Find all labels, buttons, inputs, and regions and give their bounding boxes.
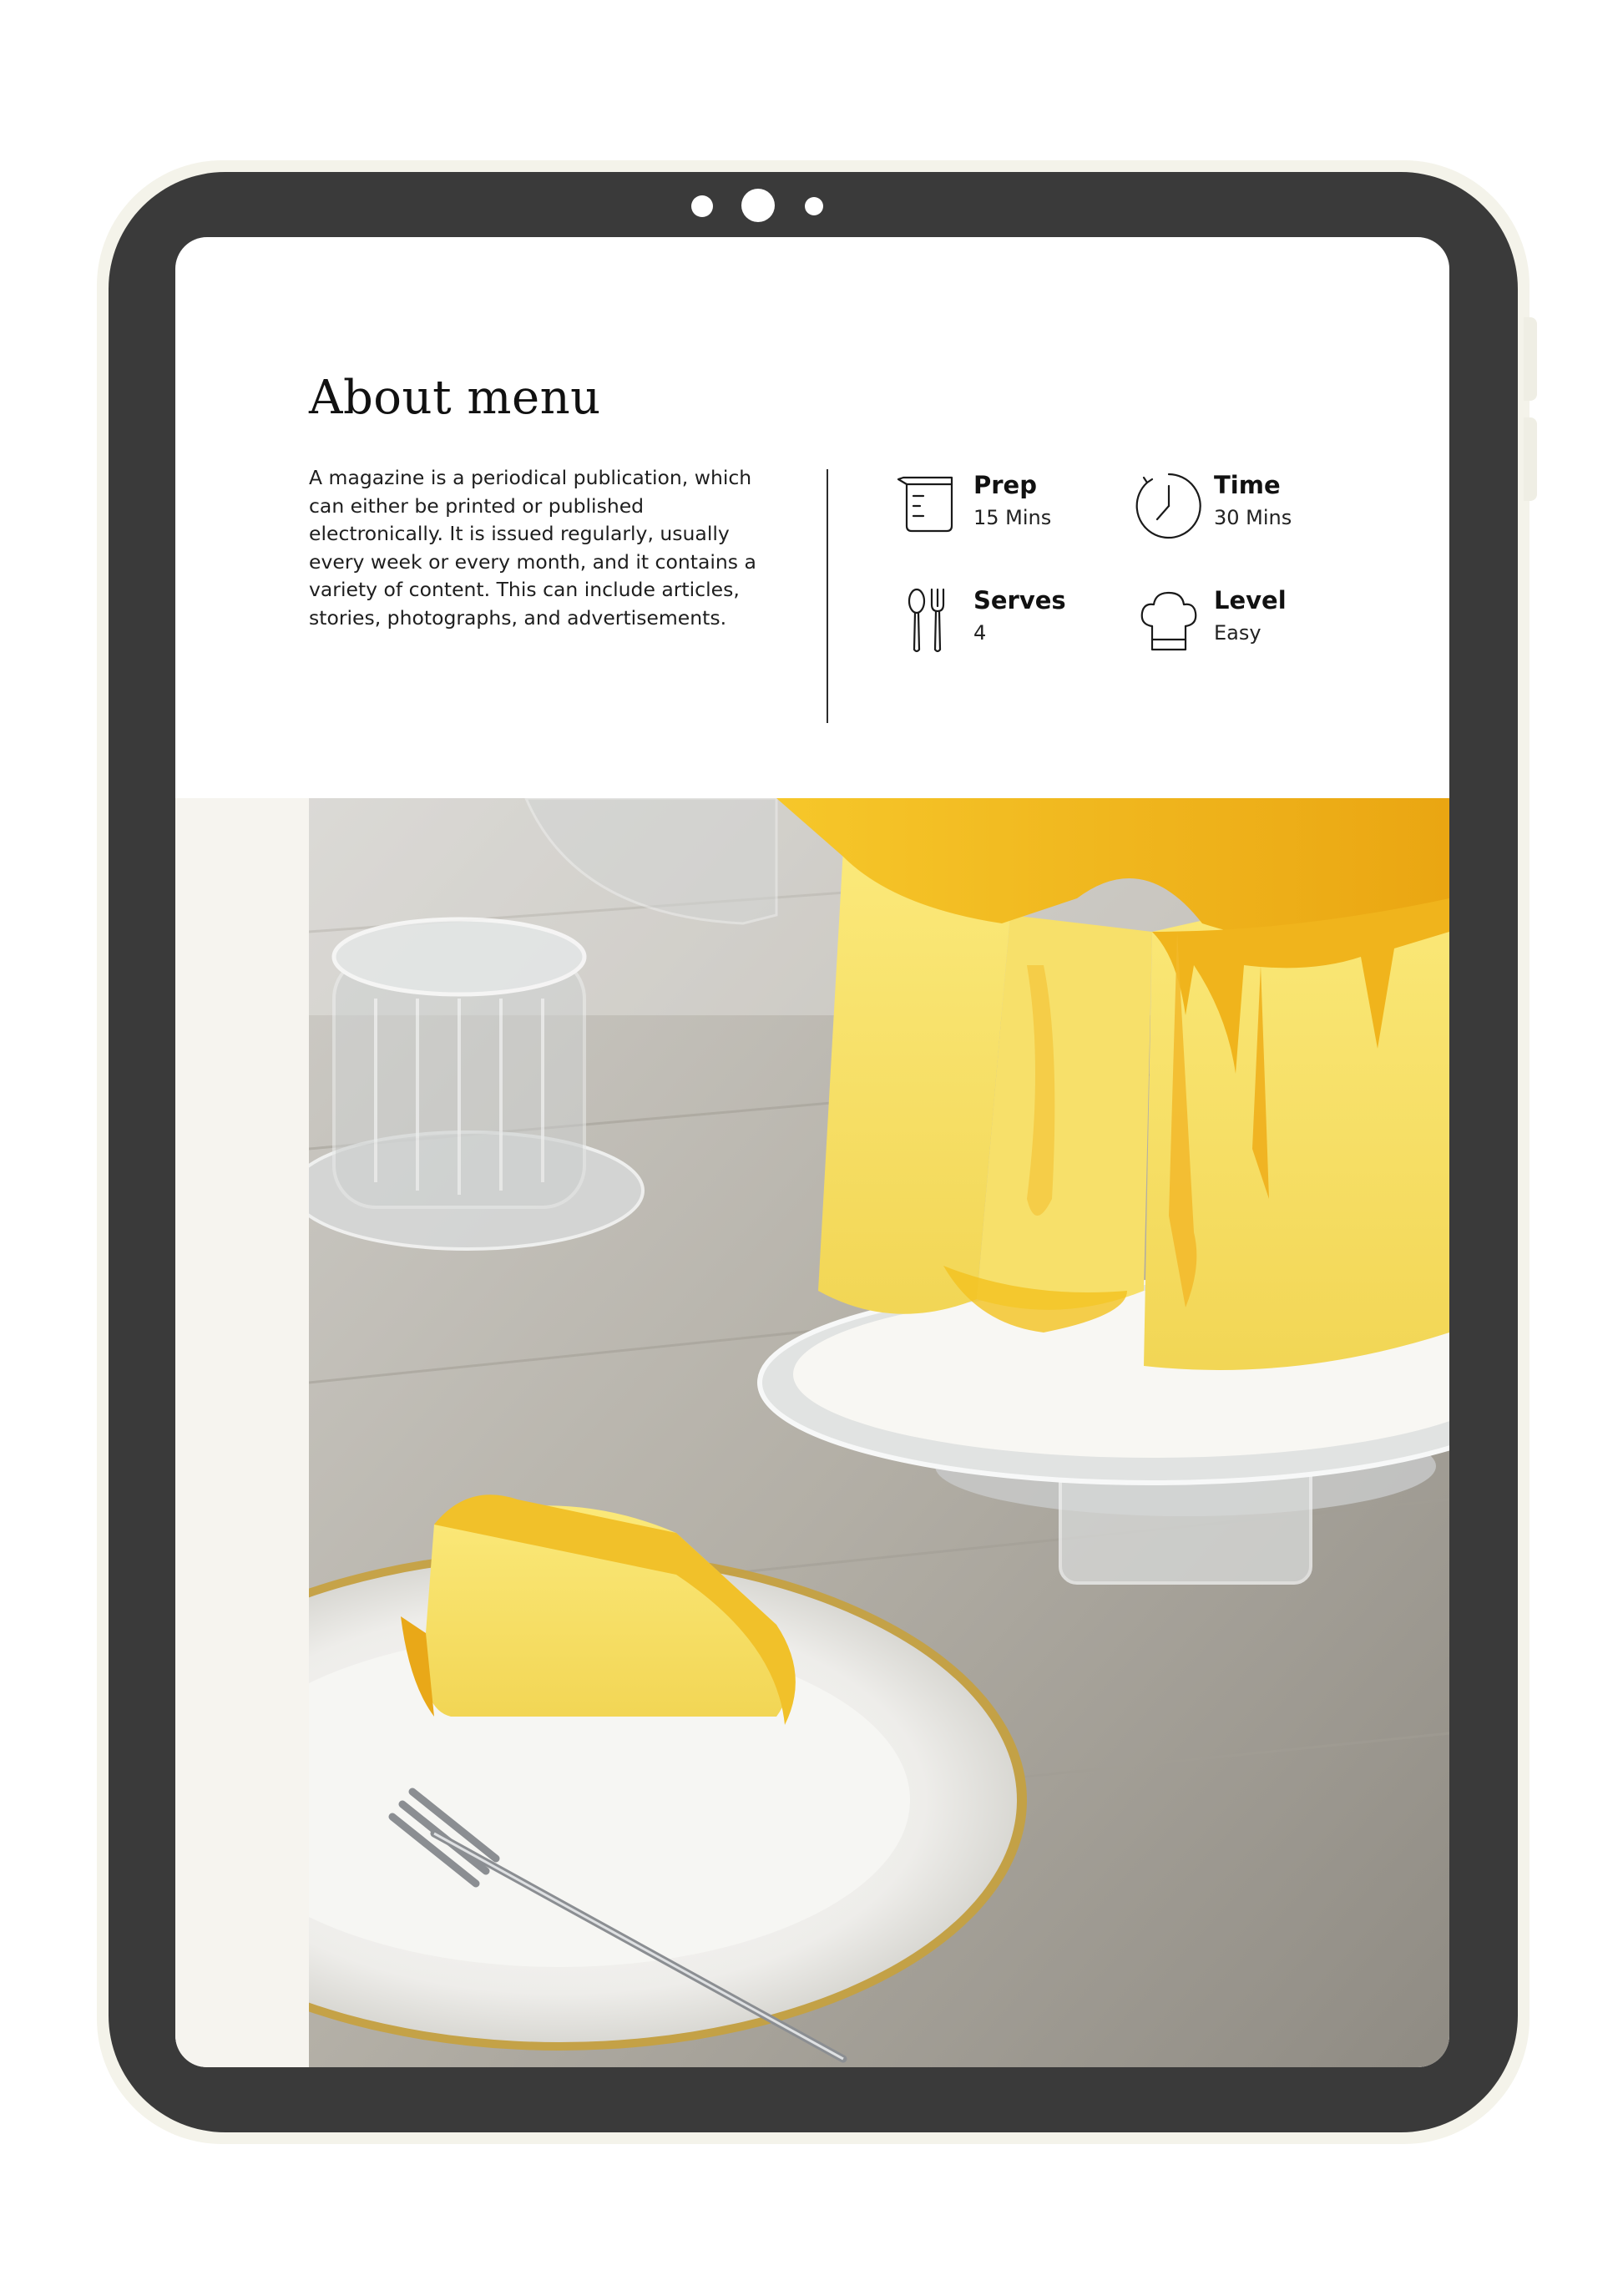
- menu-description: A magazine is a periodical publication, …: [309, 466, 756, 630]
- chiffon-cake-photo: [309, 798, 1449, 2067]
- stat-time-label: Time: [1214, 471, 1281, 499]
- stat-level-value: Easy: [1214, 621, 1261, 645]
- stat-serves-value: 4: [973, 621, 987, 645]
- measuring-cup-icon: [897, 476, 953, 533]
- chef-hat-icon: [1140, 591, 1197, 651]
- clock-icon: [1135, 473, 1201, 539]
- camera-dot-left: [691, 195, 713, 217]
- stat-prep-value: 15 Mins: [973, 506, 1052, 529]
- cake-illustration: [309, 798, 1449, 2067]
- tablet-screen: About menu A magazine is a periodical pu…: [175, 237, 1449, 2067]
- photo-side-band: [175, 798, 309, 2067]
- vertical-divider: [827, 469, 828, 723]
- stat-time-value: 30 Mins: [1214, 506, 1292, 529]
- camera-dot-right: [805, 197, 823, 215]
- volume-up-button[interactable]: [1524, 317, 1537, 401]
- front-camera: [741, 189, 775, 222]
- stat-prep-label: Prep: [973, 471, 1037, 499]
- stat-serves-label: Serves: [973, 586, 1066, 614]
- stat-level-label: Level: [1214, 586, 1287, 614]
- page-title: About menu: [309, 371, 601, 425]
- spoon-fork-icon: [908, 588, 945, 653]
- volume-down-button[interactable]: [1524, 417, 1537, 501]
